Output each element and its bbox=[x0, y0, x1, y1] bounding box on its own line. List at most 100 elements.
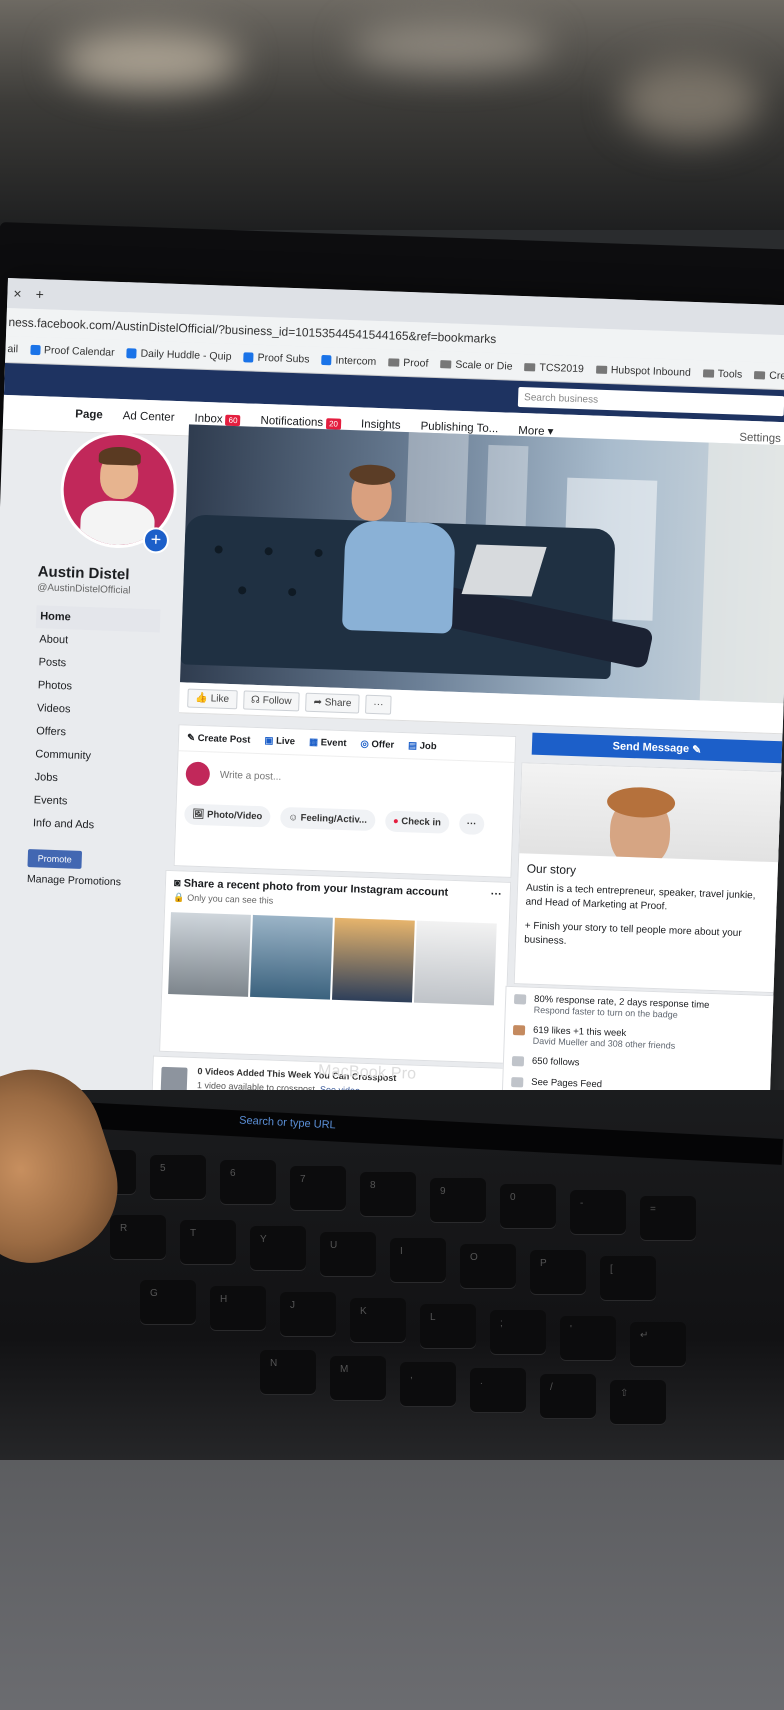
finish-story-link[interactable]: + Finish your story to tell people more … bbox=[516, 913, 777, 962]
instagram-thumbnail[interactable] bbox=[332, 917, 415, 1003]
bokeh-light bbox=[350, 20, 550, 70]
sidebar-item-info-and-ads[interactable]: Info and Ads bbox=[29, 812, 170, 840]
more-actions-button[interactable]: ··· bbox=[458, 813, 485, 835]
write-post-input[interactable]: Write a post... bbox=[220, 769, 282, 782]
follow-button[interactable]: ☊ Follow bbox=[242, 689, 300, 711]
bookmark-scale-or-die[interactable]: Scale or Die bbox=[440, 358, 513, 373]
keyboard-key[interactable]: ⇧ bbox=[610, 1380, 666, 1424]
search-business-input[interactable]: Search business bbox=[517, 386, 784, 417]
bookmark-truncated[interactable]: ail bbox=[7, 343, 18, 355]
bokeh-light bbox=[60, 30, 240, 90]
keyboard-key[interactable]: 8 bbox=[360, 1172, 416, 1216]
bookmark-intercom[interactable]: Intercom bbox=[321, 354, 377, 368]
tab-ad-center[interactable]: Ad Center bbox=[123, 410, 175, 424]
manage-promotions-link[interactable]: Manage Promotions bbox=[27, 873, 167, 890]
intercom-icon bbox=[321, 354, 332, 366]
location-pin-icon: ● bbox=[392, 815, 399, 827]
tab-event[interactable]: ▦ Event bbox=[309, 737, 347, 749]
keyboard-key[interactable]: Y bbox=[250, 1226, 306, 1270]
close-tab-icon[interactable]: × bbox=[13, 285, 22, 301]
keyboard-key[interactable]: / bbox=[540, 1374, 596, 1418]
keyboard-key[interactable]: P bbox=[530, 1250, 586, 1294]
keyboard-key[interactable]: 7 bbox=[290, 1166, 346, 1210]
chat-icon bbox=[513, 994, 527, 1005]
macbook-pro-label: MacBook Pro bbox=[317, 1062, 417, 1083]
instagram-more-button[interactable]: ··· bbox=[491, 888, 502, 900]
avatar bbox=[185, 761, 211, 787]
keyboard-key[interactable]: ↵ bbox=[630, 1322, 686, 1366]
left-column: + Austin Distel @AustinDistelOfficial Ho… bbox=[27, 429, 183, 890]
instagram-thumbnail[interactable] bbox=[413, 920, 497, 1006]
keyboard-key[interactable]: T bbox=[180, 1220, 236, 1264]
keyboard-key[interactable]: 9 bbox=[430, 1178, 486, 1222]
lock-icon: 🔒 bbox=[173, 892, 185, 903]
feeling-activity-button[interactable]: ☺ Feeling/Activ... bbox=[279, 806, 376, 832]
add-photo-icon[interactable]: + bbox=[142, 526, 170, 554]
folder-icon bbox=[595, 365, 607, 374]
keyboard-key[interactable]: ' bbox=[560, 1316, 616, 1360]
keyboard-key[interactable]: 5 bbox=[150, 1155, 206, 1199]
keyboard-key[interactable]: N bbox=[260, 1350, 316, 1394]
keyboard-key[interactable]: J bbox=[280, 1292, 336, 1336]
bookmark-proof[interactable]: Proof bbox=[388, 356, 429, 370]
calendar-icon bbox=[29, 344, 41, 356]
photo-video-button[interactable]: 🖼 Photo/Video bbox=[184, 803, 271, 828]
video-icon: ▣ bbox=[264, 735, 274, 747]
page-name: Austin Distel bbox=[37, 563, 130, 584]
trackpad-area[interactable] bbox=[0, 1460, 784, 1710]
keyboard-key[interactable]: R bbox=[110, 1215, 166, 1259]
cover-photo[interactable] bbox=[179, 424, 784, 704]
bookmark-proof-calendar[interactable]: Proof Calendar bbox=[29, 344, 115, 359]
page-side-menu: Home About Posts Photos Videos Offers Co… bbox=[29, 605, 177, 840]
keyboard-key[interactable]: - bbox=[570, 1190, 626, 1234]
keyboard-key[interactable]: 6 bbox=[220, 1160, 276, 1204]
keyboard-key[interactable]: 0 bbox=[500, 1184, 556, 1228]
bookmark-hubspot-inbound[interactable]: Hubspot Inbound bbox=[595, 364, 691, 379]
tag-icon: ◎ bbox=[360, 738, 369, 750]
keyboard-key[interactable]: M bbox=[330, 1356, 386, 1400]
bookmark-tcs2019[interactable]: TCS2019 bbox=[524, 361, 584, 375]
bookmark-daily-huddle[interactable]: Daily Huddle - Quip bbox=[126, 347, 232, 363]
folder-icon bbox=[388, 358, 400, 367]
calendar-icon: ▦ bbox=[308, 736, 319, 749]
keyboard-key[interactable]: = bbox=[640, 1196, 696, 1240]
keyboard-key[interactable]: L bbox=[420, 1304, 476, 1348]
touchbar-search[interactable]: Search or type URL bbox=[239, 1114, 336, 1131]
keyboard-key[interactable]: K bbox=[350, 1298, 406, 1342]
bookmark-creativ[interactable]: Creativ bbox=[754, 369, 784, 383]
instagram-thumbnails bbox=[162, 906, 509, 1012]
keyboard-key[interactable]: G bbox=[140, 1280, 196, 1324]
keyboard-key[interactable]: I bbox=[390, 1238, 446, 1282]
new-tab-icon[interactable]: + bbox=[35, 286, 44, 302]
instagram-thumbnail[interactable] bbox=[168, 912, 251, 997]
keyboard-key[interactable]: . bbox=[470, 1368, 526, 1412]
keyboard-key[interactable]: ; bbox=[490, 1310, 546, 1354]
keyboard-key[interactable]: O bbox=[460, 1244, 516, 1288]
keyboard-key[interactable]: U bbox=[320, 1232, 376, 1276]
instagram-thumbnail[interactable] bbox=[250, 914, 333, 1000]
folder-icon bbox=[754, 371, 766, 380]
folder-icon bbox=[702, 369, 714, 378]
instagram-share-card: ◙ Share a recent photo from your Instagr… bbox=[159, 869, 512, 1064]
keyboard-key[interactable]: , bbox=[400, 1362, 456, 1406]
bookmark-tools[interactable]: Tools bbox=[702, 367, 742, 381]
our-story-card: Our story Austin is a tech entrepreneur,… bbox=[513, 762, 784, 994]
notifications-count-badge: 20 bbox=[325, 418, 342, 430]
keyboard-key[interactable]: H bbox=[210, 1286, 266, 1330]
keyboard-key[interactable]: [ bbox=[600, 1256, 656, 1300]
tab-offer[interactable]: ◎ Offer bbox=[360, 739, 394, 751]
tab-create-post[interactable]: ✎ Create Post bbox=[187, 733, 251, 746]
promote-button[interactable]: Promote bbox=[27, 849, 83, 869]
tab-live[interactable]: ▣ Live bbox=[264, 735, 295, 747]
tab-page[interactable]: Page bbox=[75, 408, 103, 421]
story-photo bbox=[519, 763, 783, 863]
tab-job[interactable]: ▤ Job bbox=[408, 740, 437, 752]
friend-avatar-icon bbox=[512, 1025, 526, 1036]
bookmark-proof-subs[interactable]: Proof Subs bbox=[243, 351, 310, 366]
more-options-button[interactable]: ··· bbox=[365, 694, 392, 715]
send-message-button[interactable]: Send Message ✎ bbox=[531, 732, 783, 764]
check-in-button[interactable]: ● Check in bbox=[384, 810, 450, 834]
share-button[interactable]: ➦ Share bbox=[305, 692, 360, 714]
like-button[interactable]: 👍 Like bbox=[187, 688, 238, 709]
follows-icon bbox=[511, 1056, 525, 1067]
